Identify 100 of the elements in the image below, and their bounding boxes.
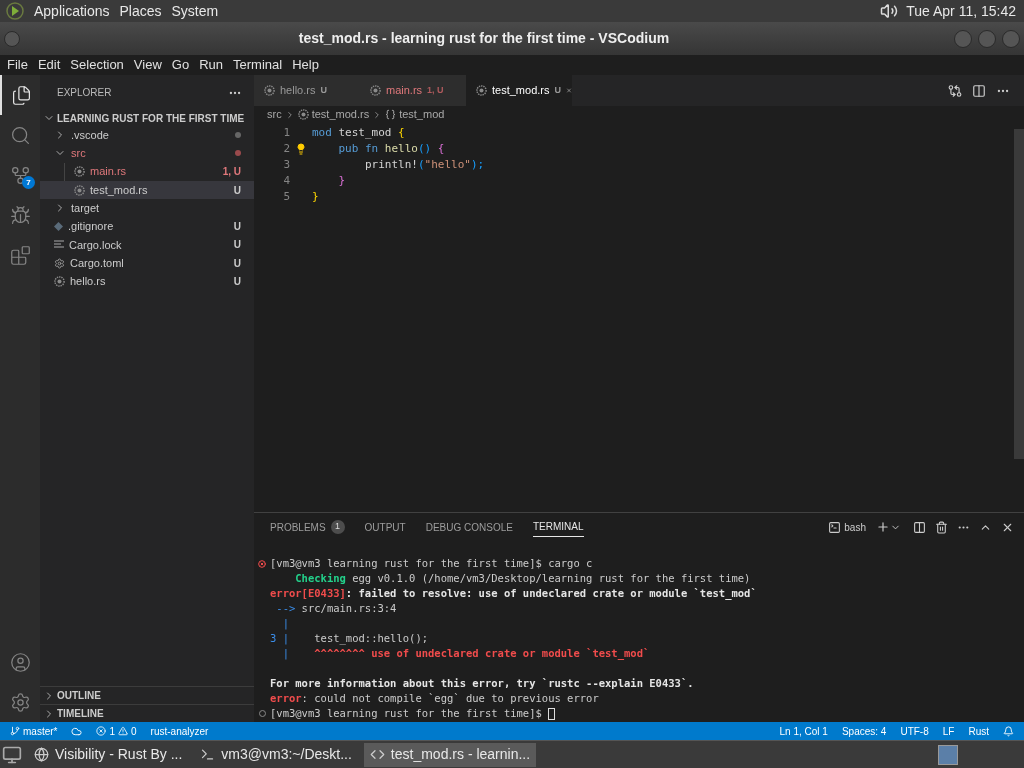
menu-item[interactable]: File [2,55,33,75]
editor-tab[interactable]: main.rs 1, U [360,75,466,106]
status-item[interactable]: UTF-8 [900,723,929,739]
line-number: 3 [282,156,290,173]
problems-item[interactable]: 1 0 [96,723,137,739]
terminal-line: error: could not compile `egg` due to previous error [270,690,599,706]
tree-item[interactable]: src [40,144,254,163]
file-name: target [71,201,101,217]
gear-circle-icon [74,184,85,196]
count-badge: 1 [330,520,345,534]
editor-tab[interactable]: test_mod.rs U [466,75,572,106]
git-status: U [233,275,241,289]
taskbar-item[interactable]: test_mod.rs - learnin... [363,742,537,767]
status-item[interactable]: Spaces: 4 [841,723,887,739]
gear-circle-icon [297,109,309,120]
tree-item[interactable]: Cargo.toml U [40,254,254,273]
gear-circle-icon [74,166,85,178]
activity-item[interactable]: 7 [0,155,40,195]
panel-menu[interactable]: Places [119,0,162,22]
shell-name[interactable]: bash [844,519,866,535]
error-circle-icon[interactable] [258,559,266,568]
menu-item[interactable]: Edit [32,55,66,75]
plus-icon[interactable] [876,520,890,534]
file-name: test_mod.rs [90,182,149,198]
gear-circle-icon [264,85,275,96]
terminal-icon[interactable] [828,520,842,534]
panel-tab[interactable]: DEBUG CONSOLE [425,517,513,537]
settings-icon[interactable] [9,691,31,713]
compare-icon[interactable] [948,83,962,98]
trash-icon[interactable] [935,520,948,534]
taskbar-item[interactable]: vm3@vm3:~/Deskt... [194,742,358,767]
git-status: 1, U [427,83,444,97]
files-icon [10,84,32,106]
status-item[interactable]: LF [942,723,955,739]
status-item[interactable]: Rust [968,723,989,739]
code-line: pub fn hello() { [337,140,445,157]
git-status: U [233,220,241,235]
split-terminal-icon[interactable] [913,520,926,534]
lines-icon [54,240,64,250]
lightbulb-icon[interactable] [295,143,307,155]
scrollbar[interactable] [1014,129,1024,459]
status-item[interactable]: Ln 1, Col 1 [779,723,828,739]
tree-item[interactable]: Cargo.lock U [40,235,254,255]
tab-label: test_mod.rs [492,83,550,99]
search-icon [9,124,31,146]
menu-item[interactable]: Terminal [228,55,288,75]
tree-item[interactable]: target [40,199,254,218]
panel-tab[interactable]: TERMINAL [532,517,584,537]
volume-icon[interactable] [880,2,899,20]
code-line: println!("hello"); [363,156,485,173]
tree-item[interactable]: main.rs 1, U [40,162,254,181]
project-name: LEARNING RUST FOR THE FIRST TIME [57,111,245,126]
bell-icon[interactable] [1003,725,1014,737]
split-editor-icon[interactable] [972,83,986,98]
tree-item[interactable]: test_mod.rs U [40,180,254,200]
line-number: 4 [282,172,290,189]
gear-circle-icon [54,276,65,287]
file-name: hello.rs [70,274,107,290]
breadcrumb[interactable]: test_mod [399,106,445,123]
panel-menu[interactable]: System [171,0,219,22]
section-header[interactable]: OUTLINE [40,686,254,704]
tree-item[interactable]: hello.rs U [40,272,254,291]
warning-icon [118,726,128,736]
editor-tab[interactable]: hello.rs U [254,75,360,106]
workspace-switcher[interactable] [938,744,958,765]
menu-item[interactable]: Run [194,55,228,75]
breadcrumb[interactable]: test_mod.rs [311,106,370,123]
tree-item[interactable]: .vscode [40,126,254,145]
terminal-line: | [281,615,289,632]
taskbar-item[interactable]: Visibility - Rust By ... [28,742,189,767]
code-line: mod test_mod { [312,124,405,141]
tree-item[interactable]: .gitignore U [40,217,254,236]
code-editor[interactable]: 1 mod test_mod { 2 pub fn hello() { 3 println!("hello"); 4 } 5 } [254,123,1024,512]
file-name: Cargo.toml [70,255,125,271]
file-name: main.rs [90,164,128,180]
terminal-line: 3 | test_mod::hello(); [270,630,429,647]
panel-tab[interactable]: OUTPUT [364,517,406,537]
gear-icon [54,257,65,269]
play-logo-icon [6,2,24,20]
terminal-line: For more information about this error, try `rustc --explain E0433`. [270,675,694,691]
panel-tab[interactable]: PROBLEMS 1 [270,517,345,537]
menu-item[interactable]: Go [166,55,195,75]
branch-item[interactable]: master* [10,723,58,739]
line-number: 5 [282,188,290,205]
menu-item[interactable]: Selection [65,55,129,75]
menu-item[interactable]: View [128,55,167,75]
account-icon[interactable] [9,651,31,673]
git-status: 1, U [222,165,241,180]
project-header[interactable]: LEARNING RUST FOR THE FIRST TIME [40,110,254,126]
terminal-line: [vm3@vm3 learning rust for the first time]$ [270,705,543,721]
terminal-line: --> src/main.rs:3:4 [275,600,397,616]
branch-icon [9,164,31,186]
menu-item[interactable]: Help [287,55,324,75]
cloud-icon[interactable] [71,725,83,737]
git-status: U [233,183,241,198]
status-item[interactable]: rust-analyzer [150,723,209,739]
desktop-icon[interactable] [2,744,22,765]
breadcrumb[interactable]: src [267,106,282,123]
clock[interactable]: Tue Apr 11, 15:42 [906,0,1016,22]
panel-menu[interactable]: Applications [34,0,110,22]
